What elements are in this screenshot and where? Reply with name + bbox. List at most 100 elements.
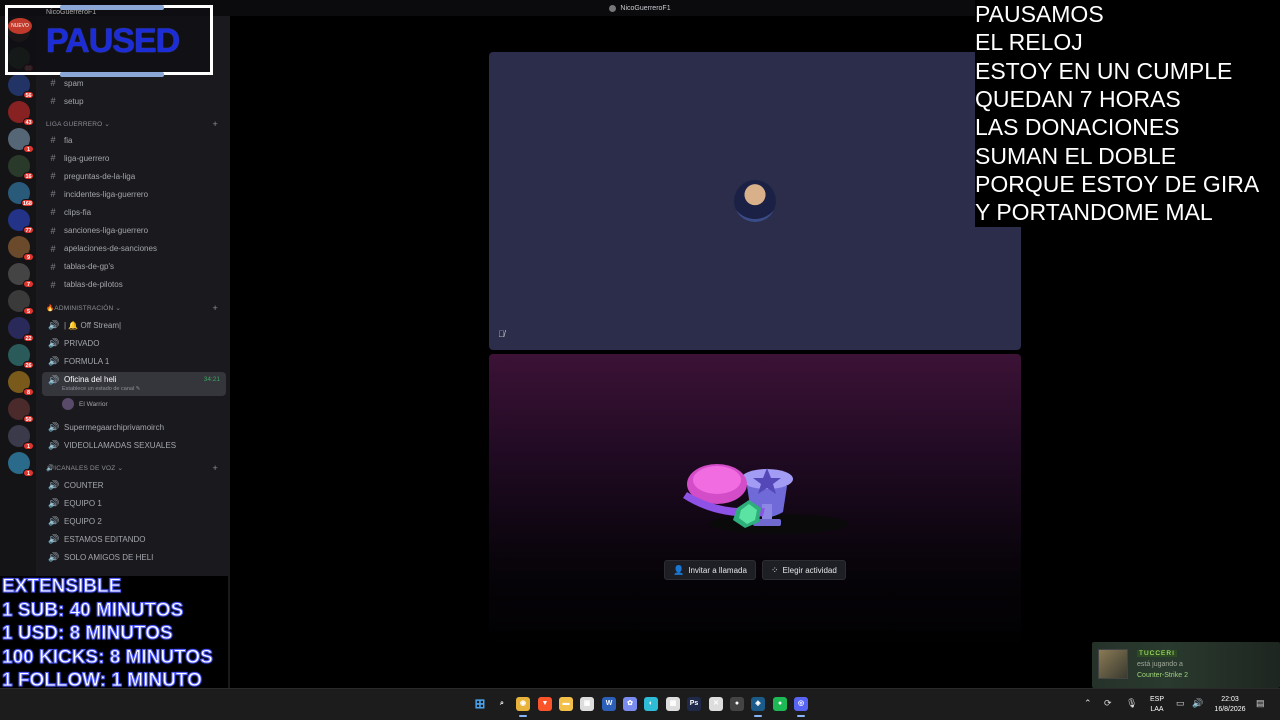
category-label: 🔥ADMINISTRACIÓN ⌄ xyxy=(46,305,122,312)
text-channel[interactable]: # liga-guerrero xyxy=(42,150,226,166)
server-icon[interactable]: 16 xyxy=(8,155,34,180)
invite-to-call-button[interactable]: 👤 Invitar a llamada xyxy=(664,560,756,580)
text-channel[interactable]: # fia xyxy=(42,132,226,148)
channel-label: | 🔔 Off Stream| xyxy=(64,320,122,330)
mention-badge: 16 xyxy=(23,172,34,180)
discord-icon[interactable]: ◎ xyxy=(794,697,808,717)
input-language[interactable]: ESP LAA xyxy=(1146,695,1168,715)
text-channel[interactable]: # clips-fia xyxy=(42,204,226,220)
server-icon[interactable]: 50 xyxy=(8,398,34,423)
text-channel[interactable]: # tablas-de-pilotos xyxy=(42,277,226,293)
server-icon[interactable]: 1 xyxy=(8,425,34,450)
voice-channel[interactable]: 🔊 EQUIPO 1 xyxy=(42,495,226,511)
voice-channel[interactable]: 🔊 VIDEOLLAMADAS SEXUALES xyxy=(42,437,226,453)
network-icon[interactable]: ▭ xyxy=(1176,698,1185,709)
game-notification[interactable]: TUCCERI está jugando a Counter-Strike 2 xyxy=(1092,642,1280,688)
playing-text: está jugando a xyxy=(1137,661,1183,668)
text-channel[interactable]: # sanciones-liga-guerrero xyxy=(42,223,226,239)
server-icon[interactable]: 1 xyxy=(8,128,34,153)
server-icon[interactable]: 77 xyxy=(8,209,34,234)
message-line: Y PORTANDOME MAL xyxy=(975,199,1213,226)
channel-label: apelaciones-de-sanciones xyxy=(64,244,157,254)
notification-icon[interactable]: ▤ xyxy=(1256,698,1265,709)
voice-channel[interactable]: 🔊 ESTAMOS EDITANDO xyxy=(42,531,226,547)
text-channel[interactable]: # apelaciones-de-sanciones xyxy=(42,241,226,257)
voice-channel[interactable]: 🔊 EQUIPO 2 xyxy=(42,513,226,529)
server-icon[interactable]: 1 xyxy=(8,452,34,477)
steam-icon[interactable]: ◈ xyxy=(751,697,765,717)
channel-label: COUNTER xyxy=(64,480,104,490)
server-icon[interactable]: 168 xyxy=(8,182,34,207)
terminal-icon[interactable]: ▣ xyxy=(580,697,594,711)
subathon-line: EXTENSIBLE xyxy=(1,576,122,598)
channel-label: FORMULA 1 xyxy=(64,356,110,366)
server-icon[interactable]: 22 xyxy=(8,317,34,342)
choose-activity-button[interactable]: ⁘ Elegir actividad xyxy=(762,560,846,580)
channel-spam[interactable]: # spam xyxy=(42,75,226,91)
clock[interactable]: 22:03 16/8/2026 xyxy=(1212,695,1248,715)
server-icon[interactable]: 8 xyxy=(8,371,34,396)
mention-badge: 1 xyxy=(23,145,34,153)
server-icon[interactable]: 9 xyxy=(8,236,34,261)
category-liga-guerrero[interactable]: LIGA GUERRERO ⌄ + xyxy=(46,119,224,129)
add-channel-icon[interactable]: + xyxy=(213,303,218,313)
hash-icon: # xyxy=(50,279,56,290)
voice-channel[interactable]: 🔊 | 🔔 Off Stream| xyxy=(42,317,226,333)
voice-channel[interactable]: 🔊 PRIVADO xyxy=(42,335,226,351)
speaker-icon: 🔊 xyxy=(48,355,60,366)
chrome-icon[interactable]: ◉ xyxy=(516,697,530,717)
voice-channel[interactable]: 🔊 COUNTER xyxy=(42,477,226,493)
photoshop-icon[interactable]: Ps xyxy=(687,697,701,711)
text-channel[interactable]: # incidentes-liga-guerrero xyxy=(42,186,226,202)
channel-label: setup xyxy=(64,96,84,106)
brave-icon[interactable]: ▼ xyxy=(538,697,552,711)
obs-icon[interactable]: ● xyxy=(730,697,744,711)
word-icon[interactable]: W xyxy=(602,697,616,711)
server-icon[interactable]: 5 xyxy=(8,290,34,315)
capcut-icon[interactable]: ✕ xyxy=(709,697,723,711)
search-icon[interactable]: ⌕ xyxy=(495,697,509,711)
speaker-icon: 🔊 xyxy=(48,319,60,330)
channel-label: SOLO AMIGOS DE HELI xyxy=(64,552,154,562)
microphone-icon[interactable]: 🎙 xyxy=(1126,698,1137,709)
voice-channel[interactable]: 🔊 Supermegaarchiprivamoirch xyxy=(42,419,226,435)
channel-label: EQUIPO 2 xyxy=(64,516,102,526)
message-line: PORQUE ESTOY DE GIRA xyxy=(975,170,1260,197)
voice-channel[interactable]: 🔊 FORMULA 1 xyxy=(42,353,226,369)
participant-tile[interactable]: 🎙̸ xyxy=(489,52,1021,350)
hash-icon: # xyxy=(50,261,56,272)
nuevo-badge: NUEVO xyxy=(8,18,32,34)
server-icon[interactable]: 43 xyxy=(8,101,34,126)
copilot-icon[interactable]: ✿ xyxy=(623,697,637,711)
text-channel[interactable]: # tablas-de-gp's xyxy=(42,259,226,275)
server-icon[interactable]: 26 xyxy=(8,344,34,369)
message-line: LAS DONACIONES xyxy=(975,114,1180,141)
server-icon[interactable]: 56 xyxy=(8,74,34,99)
category-canales-de-voz[interactable]: 🔊ICANALES DE VOZ ⌄ + xyxy=(46,463,224,473)
volume-icon[interactable]: 🔊 xyxy=(1192,698,1203,709)
edge-icon[interactable]: ◐ xyxy=(644,697,658,711)
voice-member[interactable]: El Warrior 🎙̸ xyxy=(62,398,222,410)
overlay-small-text: NicoGuerreroF1 xyxy=(46,9,97,16)
chevron-up-icon[interactable]: ⌃ xyxy=(1084,698,1092,709)
channel-label: VIDEOLLAMADAS SEXUALES xyxy=(64,440,177,450)
calculator-icon[interactable]: ▦ xyxy=(666,697,680,711)
speaker-icon: 🔊 xyxy=(48,337,60,348)
channel-setup[interactable]: # setup xyxy=(42,93,226,109)
text-channel[interactable]: # preguntas-de-la-liga xyxy=(42,168,226,184)
voice-channel-oficina-del-heli[interactable]: 🔊 Oficina del heli Establece un estado d… xyxy=(42,372,226,396)
avatar xyxy=(62,398,74,410)
add-channel-icon[interactable]: + xyxy=(213,119,218,129)
spotify-icon[interactable]: ● xyxy=(773,697,787,711)
channel-label: spam xyxy=(64,78,84,88)
server-icon[interactable]: 7 xyxy=(8,263,34,288)
add-channel-icon[interactable]: + xyxy=(213,463,218,473)
windows-start-icon[interactable]: ⊞ xyxy=(473,697,487,711)
sync-icon[interactable]: ⟳ xyxy=(1104,698,1112,709)
voice-channel[interactable]: 🔊 SOLO AMIGOS DE HELI xyxy=(42,549,226,565)
category-administracion[interactable]: 🔥ADMINISTRACIÓN ⌄ + xyxy=(46,303,224,313)
channel-status[interactable]: Establece un estado de canal ✎ xyxy=(62,386,140,392)
channel-label: incidentes-liga-guerrero xyxy=(64,189,149,199)
message-line: ESTOY EN UN CUMPLE xyxy=(975,57,1233,84)
explorer-icon[interactable]: ▬ xyxy=(559,697,573,711)
